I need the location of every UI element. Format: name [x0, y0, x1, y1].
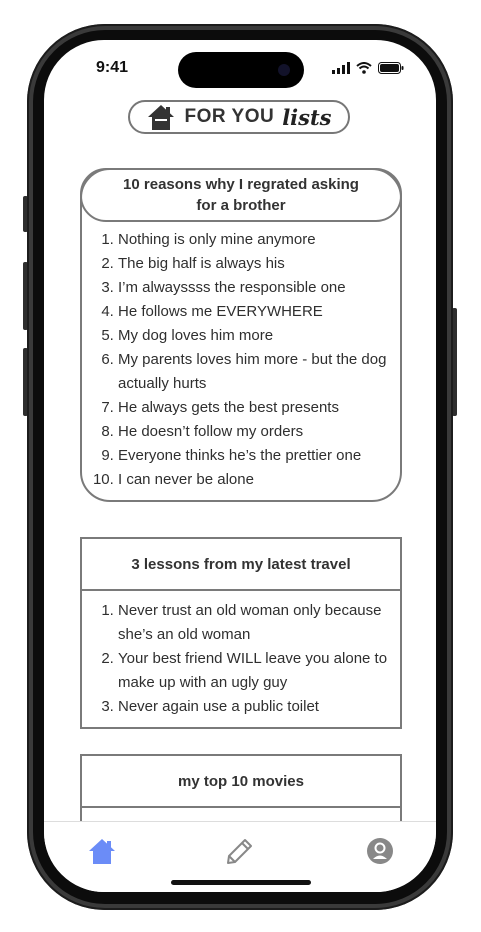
- list-card-title: my top 10 movies: [82, 756, 400, 808]
- battery-icon: [378, 62, 404, 74]
- page-subtitle: lists: [282, 104, 332, 130]
- list-card-title: 10 reasons why I regrated asking for a b…: [80, 168, 402, 222]
- pencil-icon: [227, 839, 252, 864]
- list-item: I can never be alone: [118, 468, 394, 492]
- list-items: Nothing is only mine anymore The big hal…: [82, 220, 400, 500]
- screen: 9:41 FOR YOU lists 10 reasons why I regr…: [44, 40, 436, 892]
- list-items: Never trust an old woman only because sh…: [82, 591, 400, 727]
- tab-profile[interactable]: [365, 836, 395, 866]
- wifi-icon: [356, 62, 372, 74]
- list-item: The big half is always his: [118, 252, 394, 276]
- list-item: Nothing is only mine anymore: [118, 228, 394, 252]
- list-card[interactable]: 10 reasons why I regrated asking for a b…: [80, 168, 402, 502]
- signal-icon: [332, 62, 350, 74]
- status-time: 9:41: [96, 59, 129, 76]
- page-title: FOR YOU: [184, 106, 275, 127]
- status-icons: [332, 62, 404, 74]
- home-icon: [148, 105, 175, 130]
- camera-icon: [278, 64, 290, 76]
- list-item: Never again use a public toilet: [118, 695, 394, 719]
- list-item: He follows me EVERYWHERE: [118, 300, 394, 324]
- dynamic-island: [178, 52, 304, 88]
- tab-home[interactable]: [87, 836, 117, 866]
- list-item: My dog loves him more: [118, 324, 394, 348]
- list-card[interactable]: 3 lessons from my latest travel Never tr…: [80, 537, 402, 729]
- home-indicator[interactable]: [171, 880, 311, 885]
- page-header: FOR YOU lists: [128, 100, 350, 134]
- home-icon: [89, 839, 115, 864]
- list-item: Your best friend WILL leave you alone to…: [118, 647, 394, 695]
- list-card-title: 3 lessons from my latest travel: [82, 539, 400, 591]
- profile-icon: [367, 838, 393, 864]
- list-item: My parents loves him more - but the dog …: [118, 348, 394, 396]
- list-item: He always gets the best presents: [118, 396, 394, 420]
- tab-write[interactable]: [225, 836, 255, 866]
- list-item: I’m alwayssss the responsible one: [118, 276, 394, 300]
- list-item: Everyone thinks he’s the prettier one: [118, 444, 394, 468]
- list-item: Never trust an old woman only because sh…: [118, 599, 394, 647]
- list-item: He doesn’t follow my orders: [118, 420, 394, 444]
